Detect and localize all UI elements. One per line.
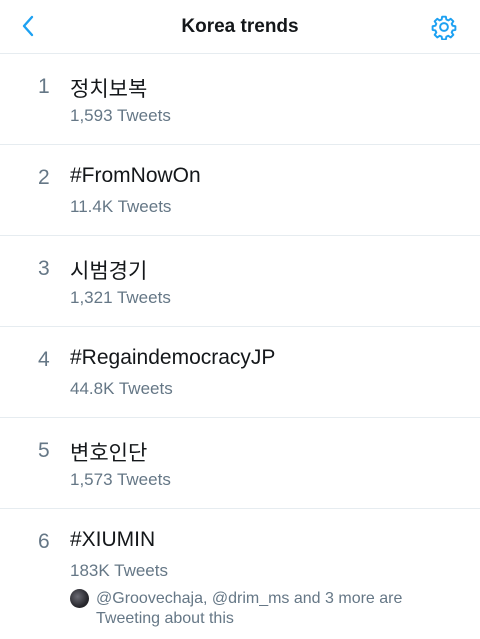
- trends-list: 1 정치보복 1,593 Tweets 2 #FromNowOn 11.4K T…: [0, 54, 480, 639]
- trend-tweet-count: 11.4K Tweets: [70, 197, 172, 216]
- trend-item[interactable]: 4 #RegaindemocracyJP 44.8K Tweets: [0, 327, 480, 418]
- trend-rank: 4: [38, 348, 50, 371]
- trend-tweet-count: 44.8K Tweets: [70, 379, 173, 398]
- gear-icon: [431, 15, 457, 40]
- social-context-text: @Groovechaja, @drim_ms and 3 more are Tw…: [96, 590, 403, 627]
- chevron-left-icon: [22, 15, 34, 37]
- trend-name: 시범경기: [70, 260, 148, 283]
- trend-rank: 3: [38, 257, 50, 280]
- trend-rank: 5: [38, 439, 50, 462]
- trend-item[interactable]: 1 정치보복 1,593 Tweets: [0, 54, 480, 145]
- trend-rank: 6: [38, 530, 50, 553]
- trend-social-context: @Groovechaja, @drim_ms and 3 more are Tw…: [70, 509, 480, 629]
- trend-name: #RegaindemocracyJP: [70, 346, 276, 369]
- trend-item[interactable]: 2 #FromNowOn 11.4K Tweets: [0, 145, 480, 236]
- trend-item[interactable]: 5 변호인단 1,573 Tweets: [0, 418, 480, 509]
- settings-button[interactable]: [430, 13, 458, 41]
- trend-name: 정치보복: [70, 78, 148, 101]
- trend-name: 변호인단: [70, 442, 148, 465]
- top-bar: Korea trends: [0, 0, 480, 54]
- avatar: [70, 589, 89, 608]
- page-title: Korea trends: [181, 15, 299, 37]
- trend-rank: 1: [38, 75, 50, 98]
- trend-name: #FromNowOn: [70, 164, 201, 187]
- trend-tweet-count: 1,593 Tweets: [70, 106, 171, 125]
- back-button[interactable]: [14, 12, 42, 40]
- trend-tweet-count: 1,573 Tweets: [70, 470, 171, 489]
- trend-item[interactable]: 6 #XIUMIN 183K Tweets @Groovechaja, @dri…: [0, 509, 480, 639]
- trend-tweet-count: 1,321 Tweets: [70, 288, 171, 307]
- trend-rank: 2: [38, 166, 50, 189]
- trend-item[interactable]: 3 시범경기 1,321 Tweets: [0, 236, 480, 327]
